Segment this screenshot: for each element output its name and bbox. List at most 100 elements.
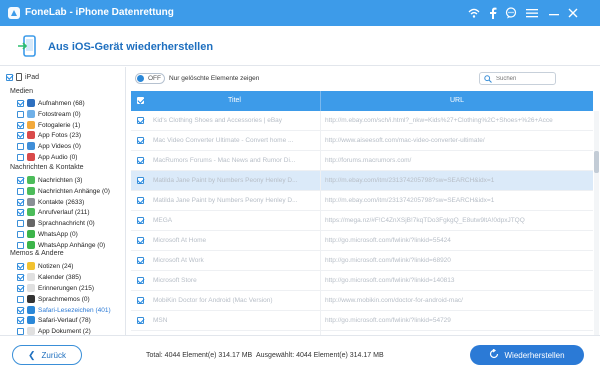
sidebar-item-checkbox[interactable] — [17, 241, 24, 249]
table-scrollbar[interactable] — [594, 111, 599, 335]
device-row[interactable]: iPad — [6, 73, 39, 81]
app-logo-icon — [6, 5, 22, 21]
sidebar-item-label: App Dokument (2) — [38, 327, 91, 335]
sidebar-item-checkbox[interactable] — [17, 219, 24, 227]
sidebar-item[interactable]: App Audio (0) — [17, 152, 77, 162]
sidebar-item-checkbox[interactable] — [17, 198, 24, 206]
close-icon[interactable] — [566, 6, 580, 20]
sidebar-item[interactable]: Aufnahmen (68) — [17, 98, 85, 108]
sidebar-item-checkbox[interactable] — [17, 306, 24, 314]
table-row[interactable]: Matilda Jane Paint by Numbers Peony Henl… — [131, 171, 593, 191]
row-checkbox[interactable] — [137, 237, 144, 244]
sidebar-item-label: App Fotos (23) — [38, 131, 81, 139]
table-row[interactable]: Microsoft At Work http://go.microsoft.com… — [131, 251, 593, 271]
sidebar-item[interactable]: Nachrichten Anhänge (0) — [17, 186, 110, 196]
cell-title: MobiKin Doctor for Android (Mac Version) — [149, 291, 321, 311]
sidebar-item-checkbox[interactable] — [17, 284, 24, 292]
deleted-only-toggle[interactable]: OFF — [135, 73, 165, 84]
cell-title: Matilda Jane Paint by Numbers Peony Henl… — [149, 191, 321, 211]
search-input[interactable] — [496, 74, 554, 84]
row-checkbox[interactable] — [137, 197, 144, 204]
sidebar-item-checkbox[interactable] — [17, 142, 24, 150]
sidebar-item[interactable]: Safari-Verlauf (78) — [17, 315, 91, 325]
row-checkbox[interactable] — [137, 277, 144, 284]
table-row[interactable]: MSN http://go.microsoft.com/fwlink/?linki… — [131, 311, 593, 331]
sidebar-item-checkbox[interactable] — [17, 121, 24, 129]
sidebar-item[interactable]: Kalender (385) — [17, 272, 81, 282]
row-checkbox[interactable] — [137, 137, 144, 144]
column-header-url[interactable]: URL — [321, 91, 593, 111]
sidebar-item-checkbox[interactable] — [17, 295, 24, 303]
row-checkbox[interactable] — [137, 257, 144, 264]
sidebar-item[interactable]: Sprachmemos (0) — [17, 294, 90, 304]
sidebar-item-checkbox[interactable] — [17, 99, 24, 107]
sidebar-item-checkbox[interactable] — [17, 230, 24, 238]
sidebar-item[interactable]: WhatsApp (0) — [17, 229, 78, 239]
category-icon — [27, 273, 35, 281]
sidebar-item[interactable]: Nachrichten (3) — [17, 175, 82, 185]
sidebar-item-checkbox[interactable] — [17, 110, 24, 118]
sidebar-item[interactable]: App Videos (0) — [17, 141, 81, 151]
table-row[interactable]: MacRumors Forums - Mac News and Rumor Di… — [131, 151, 593, 171]
restore-button[interactable]: Wiederherstellen — [470, 345, 584, 365]
select-all-checkbox[interactable] — [137, 97, 144, 104]
row-checkbox[interactable] — [137, 177, 144, 184]
table-row[interactable]: MEGA https://mega.nz/#F!C4ZnXSjB!7kqTDo3F… — [131, 211, 593, 231]
table-header: Titel URL — [131, 91, 593, 111]
sidebar-item-checkbox[interactable] — [17, 208, 24, 216]
menu-icon[interactable] — [525, 6, 539, 20]
sidebar-item-checkbox[interactable] — [17, 273, 24, 281]
sidebar-item-checkbox[interactable] — [17, 153, 24, 161]
sidebar-item[interactable]: App Fotos (23) — [17, 130, 81, 140]
row-checkbox[interactable] — [137, 157, 144, 164]
sidebar-item[interactable]: App Dokument (2) — [17, 326, 91, 335]
sidebar-item[interactable]: Anrufverlauf (211) — [17, 207, 90, 217]
table-row[interactable]: Kid's Clothing Shoes and Accessories | e… — [131, 111, 593, 131]
table-row[interactable]: Microsoft Store http://go.microsoft.com/f… — [131, 271, 593, 291]
category-icon — [27, 153, 35, 161]
table-row[interactable]: Mac Video Converter Ultimate - Convert h… — [131, 131, 593, 151]
row-checkbox[interactable] — [137, 217, 144, 224]
sidebar-item[interactable]: Safari-Lesezeichen (401) — [17, 305, 111, 315]
table-row[interactable]: MobiKin Doctor for Android (Mac Version)… — [131, 291, 593, 311]
sidebar-item-label: Sprachnachricht (0) — [38, 219, 95, 227]
category-icon — [27, 198, 35, 206]
table-row[interactable]: Matilda Jane Paint by Numbers Peony Henl… — [131, 191, 593, 211]
toggle-state-label: OFF — [148, 75, 161, 82]
sidebar-item-label: WhatsApp Anhänge (0) — [38, 241, 106, 249]
sidebar-item-checkbox[interactable] — [17, 327, 24, 335]
row-checkbox[interactable] — [137, 117, 144, 124]
sidebar-item-checkbox[interactable] — [17, 316, 24, 324]
row-checkbox[interactable] — [137, 297, 144, 304]
scrollbar-thumb[interactable] — [594, 151, 599, 173]
cell-url: http://m.ebay.com/itm/231374205798?sw=SE… — [325, 197, 495, 204]
column-header-titel[interactable]: Titel — [149, 91, 321, 111]
chat-icon[interactable] — [504, 6, 518, 20]
sidebar-item-checkbox[interactable] — [17, 262, 24, 270]
search-icon — [484, 75, 492, 83]
restore-button-label: Wiederherstellen — [504, 350, 565, 360]
sidebar-item-label: Nachrichten Anhänge (0) — [38, 187, 110, 195]
sidebar-item-checkbox[interactable] — [17, 176, 24, 184]
cell-url: http://forums.macrumors.com/ — [325, 157, 412, 164]
cell-url: http://go.microsoft.com/fwlink/?linkid=1… — [325, 277, 455, 284]
sidebar-item[interactable]: Notizen (24) — [17, 261, 73, 271]
minimize-icon[interactable] — [547, 6, 561, 20]
category-icon — [27, 306, 35, 314]
sidebar-item[interactable]: WhatsApp Anhänge (0) — [17, 240, 105, 250]
back-button[interactable]: ❮ Zurück — [12, 345, 82, 365]
device-checkbox[interactable] — [6, 73, 13, 81]
wifi-icon[interactable] — [467, 6, 481, 20]
cell-title: Mac Video Converter Ultimate - Convert h… — [149, 131, 321, 151]
sidebar-item[interactable]: Fotostream (0) — [17, 109, 81, 119]
sidebar-item[interactable]: Erinnerungen (215) — [17, 283, 94, 293]
facebook-icon[interactable] — [486, 6, 500, 20]
sidebar-item[interactable]: Sprachnachricht (0) — [17, 218, 95, 228]
sidebar-item-checkbox[interactable] — [17, 187, 24, 195]
table-row[interactable]: Microsoft At Home http://go.microsoft.com… — [131, 231, 593, 251]
sidebar-item-checkbox[interactable] — [17, 131, 24, 139]
sidebar-item[interactable]: Kontakte (2633) — [17, 197, 84, 207]
sidebar-item[interactable]: Fotogalerie (1) — [17, 120, 80, 130]
category-icon — [27, 187, 35, 195]
row-checkbox[interactable] — [137, 317, 144, 324]
